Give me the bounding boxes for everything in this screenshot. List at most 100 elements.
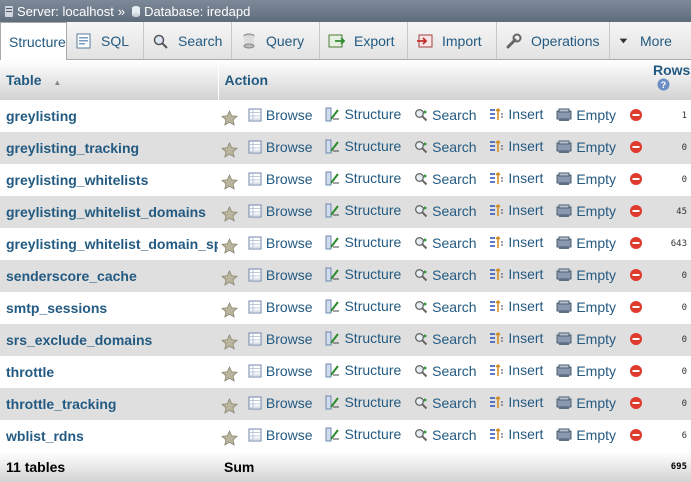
search-action[interactable]: Search	[414, 139, 477, 155]
search-action[interactable]: Search	[414, 267, 477, 283]
tab-operations[interactable]: Operations	[497, 22, 610, 59]
help-icon[interactable]: ?	[657, 78, 670, 91]
empty-action[interactable]: Empty	[556, 139, 616, 155]
favorite-star-icon[interactable]	[221, 333, 238, 350]
empty-action[interactable]: Empty	[556, 203, 616, 219]
insert-action[interactable]: Insert	[489, 298, 543, 314]
table-name-link[interactable]: smtp_sessions	[0, 292, 218, 324]
structure-action[interactable]: Structure	[325, 234, 401, 250]
column-header-rows[interactable]: Rows ?	[647, 60, 691, 100]
browse-action[interactable]: Browse	[248, 299, 313, 315]
table-name-link[interactable]: wblist_rdns	[0, 420, 218, 452]
table-name-link[interactable]: greylisting_tracking	[0, 132, 218, 164]
search-action[interactable]: Search	[414, 171, 477, 187]
favorite-star-icon[interactable]	[221, 237, 238, 254]
structure-action[interactable]: Structure	[325, 106, 401, 122]
drop-action[interactable]: Drop	[629, 107, 647, 123]
table-name-link[interactable]: throttle	[0, 356, 218, 388]
tab-import[interactable]: Import	[408, 22, 497, 59]
table-name-link[interactable]: throttle_tracking	[0, 388, 218, 420]
favorite-star-icon[interactable]	[221, 429, 238, 446]
table-name-link[interactable]: senderscore_cache	[0, 260, 218, 292]
tab-more[interactable]: More	[610, 22, 691, 59]
browse-action[interactable]: Browse	[248, 203, 313, 219]
tab-sql[interactable]: SQL	[67, 22, 144, 59]
tab-structure[interactable]: Structure	[0, 22, 67, 60]
empty-action[interactable]: Empty	[556, 267, 616, 283]
favorite-star-icon[interactable]	[221, 301, 238, 318]
browse-action[interactable]: Browse	[248, 107, 313, 123]
browse-action[interactable]: Browse	[248, 139, 313, 155]
drop-action[interactable]: Drop	[629, 139, 647, 155]
structure-action[interactable]: Structure	[325, 202, 401, 218]
empty-action[interactable]: Empty	[556, 171, 616, 187]
drop-action[interactable]: Drop	[629, 363, 647, 379]
search-action[interactable]: Search	[414, 395, 477, 411]
search-action[interactable]: Search	[414, 299, 477, 315]
tab-query[interactable]: Query	[232, 22, 320, 59]
drop-action[interactable]: Drop	[629, 235, 647, 251]
browse-action[interactable]: Browse	[248, 427, 313, 443]
search-action[interactable]: Search	[414, 331, 477, 347]
insert-action[interactable]: Insert	[489, 330, 543, 346]
search-action[interactable]: Search	[414, 427, 477, 443]
empty-action[interactable]: Empty	[556, 363, 616, 379]
structure-action[interactable]: Structure	[325, 426, 401, 442]
insert-action[interactable]: Insert	[489, 362, 543, 378]
favorite-star-icon[interactable]	[221, 365, 238, 382]
search-action[interactable]: Search	[414, 363, 477, 379]
insert-action[interactable]: Insert	[489, 234, 543, 250]
insert-action[interactable]: Insert	[489, 426, 543, 442]
browse-action[interactable]: Browse	[248, 395, 313, 411]
drop-action[interactable]: Drop	[629, 331, 647, 347]
insert-action[interactable]: Insert	[489, 266, 543, 282]
tab-search[interactable]: Search	[144, 22, 232, 59]
empty-action[interactable]: Empty	[556, 427, 616, 443]
drop-action[interactable]: Drop	[629, 427, 647, 443]
favorite-star-icon[interactable]	[221, 173, 238, 190]
browse-action[interactable]: Browse	[248, 235, 313, 251]
favorite-star-icon[interactable]	[221, 269, 238, 286]
structure-action[interactable]: Structure	[325, 266, 401, 282]
search-action[interactable]: Search	[414, 203, 477, 219]
insert-action[interactable]: Insert	[489, 170, 543, 186]
breadcrumb-database[interactable]: Database: iredapd	[144, 4, 250, 19]
browse-action[interactable]: Browse	[248, 331, 313, 347]
structure-action[interactable]: Structure	[325, 170, 401, 186]
table-name-link[interactable]: greylisting_whitelist_domains	[0, 196, 218, 228]
favorite-star-icon[interactable]	[221, 205, 238, 222]
tab-export[interactable]: Export	[320, 22, 408, 59]
empty-action[interactable]: Empty	[556, 299, 616, 315]
favorite-star-icon[interactable]	[221, 109, 238, 126]
empty-action[interactable]: Empty	[556, 107, 616, 123]
insert-action[interactable]: Insert	[489, 394, 543, 410]
drop-action[interactable]: Drop	[629, 203, 647, 219]
empty-action[interactable]: Empty	[556, 331, 616, 347]
favorite-star-icon[interactable]	[221, 141, 238, 158]
empty-action[interactable]: Empty	[556, 395, 616, 411]
insert-action[interactable]: Insert	[489, 106, 543, 122]
breadcrumb-server[interactable]: Server: localhost	[17, 4, 114, 19]
structure-action[interactable]: Structure	[325, 330, 401, 346]
search-action[interactable]: Search	[414, 107, 477, 123]
drop-action[interactable]: Drop	[629, 171, 647, 187]
table-name-link[interactable]: srs_exclude_domains	[0, 324, 218, 356]
empty-action[interactable]: Empty	[556, 235, 616, 251]
insert-action[interactable]: Insert	[489, 138, 543, 154]
table-name-link[interactable]: greylisting_whitelist_domain_spf	[0, 228, 218, 260]
drop-action[interactable]: Drop	[629, 395, 647, 411]
browse-action[interactable]: Browse	[248, 363, 313, 379]
column-header-table[interactable]: Table ▲	[0, 60, 218, 100]
table-name-link[interactable]: greylisting_whitelists	[0, 164, 218, 196]
browse-action[interactable]: Browse	[248, 267, 313, 283]
drop-action[interactable]: Drop	[629, 267, 647, 283]
structure-action[interactable]: Structure	[325, 298, 401, 314]
structure-action[interactable]: Structure	[325, 362, 401, 378]
favorite-star-icon[interactable]	[221, 397, 238, 414]
insert-action[interactable]: Insert	[489, 202, 543, 218]
table-name-link[interactable]: greylisting	[0, 100, 218, 132]
browse-action[interactable]: Browse	[248, 171, 313, 187]
search-action[interactable]: Search	[414, 235, 477, 251]
structure-action[interactable]: Structure	[325, 138, 401, 154]
drop-action[interactable]: Drop	[629, 299, 647, 315]
